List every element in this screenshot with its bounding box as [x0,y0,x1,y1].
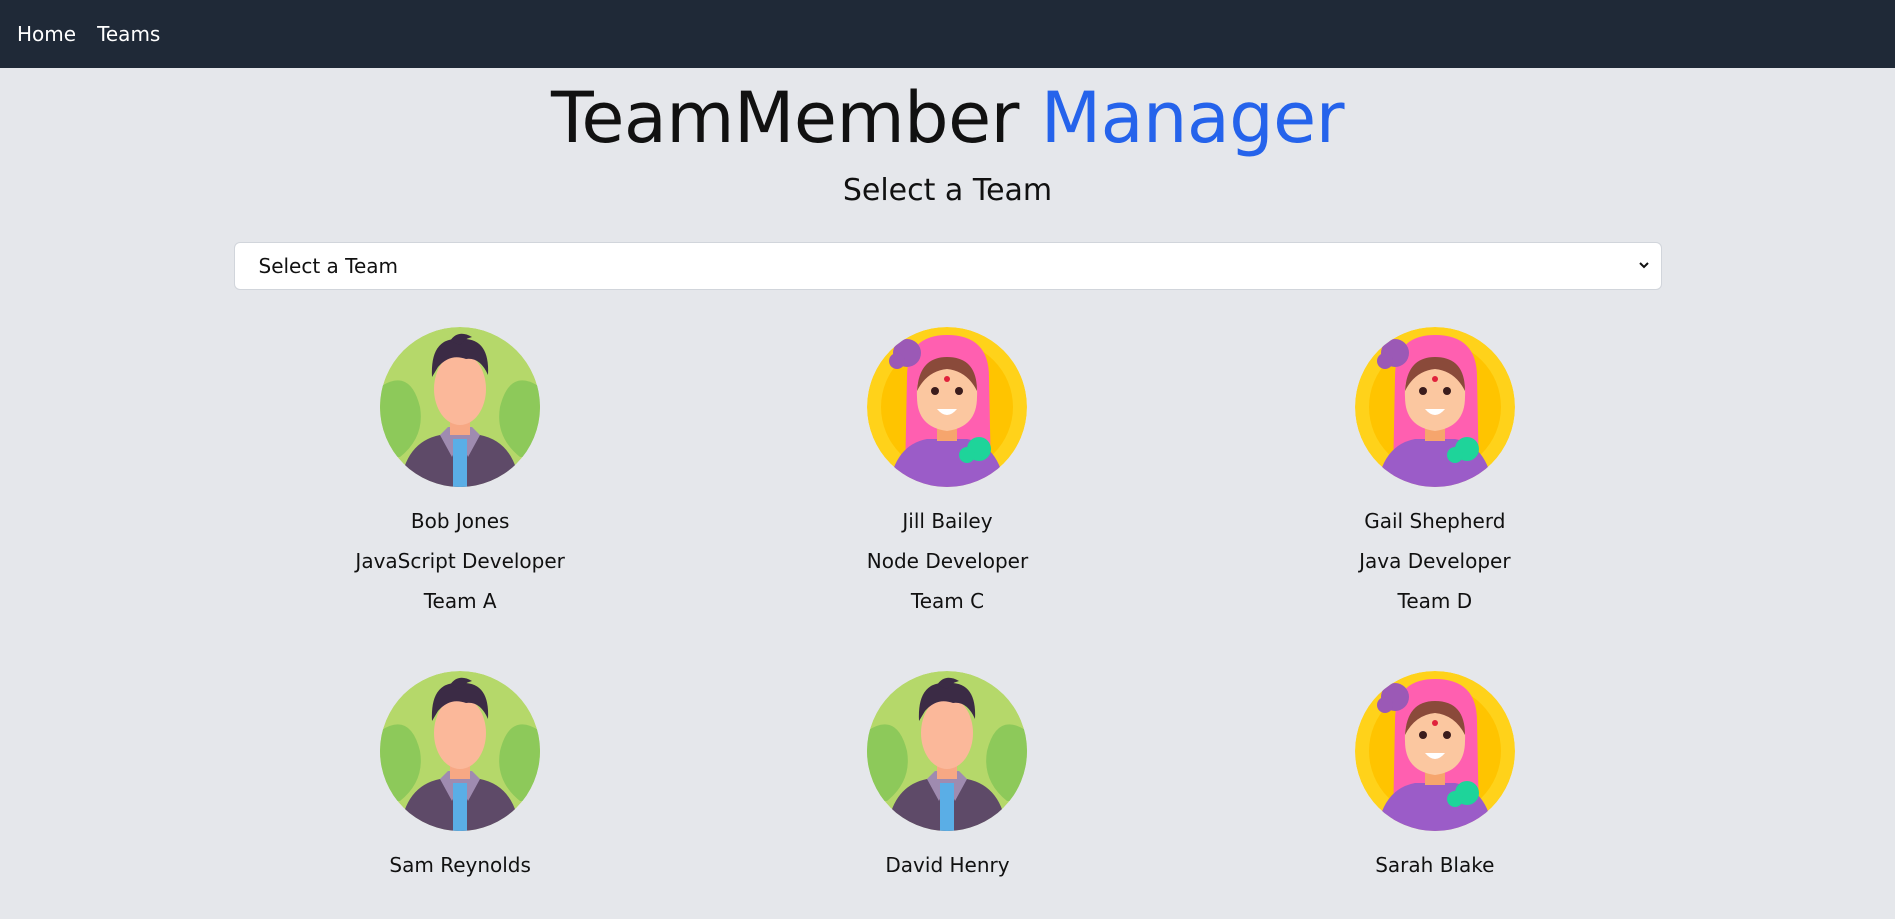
nav-teams-link[interactable]: Teams [97,22,160,46]
nav-home-link[interactable]: Home [17,22,76,46]
team-member-grid: Bob Jones JavaScript Developer Team A Ji… [217,327,1679,885]
female-avatar-icon [1355,671,1515,831]
page-title: TeamMember Manager [0,80,1895,157]
member-team: Team D [1397,589,1473,613]
member-card: Jill Bailey Node Developer Team C [704,327,1191,621]
member-card: Bob Jones JavaScript Developer Team A [217,327,704,621]
team-select-wrapper: Select a Team [233,242,1662,290]
member-name: Sam Reynolds [389,853,531,877]
male-avatar-icon [867,671,1027,831]
member-name: Gail Shepherd [1364,509,1506,533]
member-team: Team A [423,589,497,613]
member-name: David Henry [885,853,1010,877]
member-role: Node Developer [866,549,1029,573]
member-name: Bob Jones [410,509,510,533]
member-card: David Henry [704,671,1191,885]
page-subtitle: Select a Team [842,173,1053,208]
member-card: Sam Reynolds [217,671,704,885]
male-avatar-icon [380,327,540,487]
member-name: Jill Bailey [902,509,993,533]
member-name: Sarah Blake [1375,853,1495,877]
member-card: Sarah Blake [1191,671,1678,885]
page-title-main: TeamMember [550,77,1019,159]
page-title-accent: Manager [1040,77,1345,159]
female-avatar-icon [1355,327,1515,487]
member-role: JavaScript Developer [355,549,565,573]
top-navbar: Home Teams [0,0,1895,68]
team-select[interactable]: Select a Team [233,242,1662,290]
male-avatar-icon [380,671,540,831]
female-avatar-icon [867,327,1027,487]
member-card: Gail Shepherd Java Developer Team D [1191,327,1678,621]
member-team: Team C [910,589,985,613]
member-role: Java Developer [1359,549,1511,573]
